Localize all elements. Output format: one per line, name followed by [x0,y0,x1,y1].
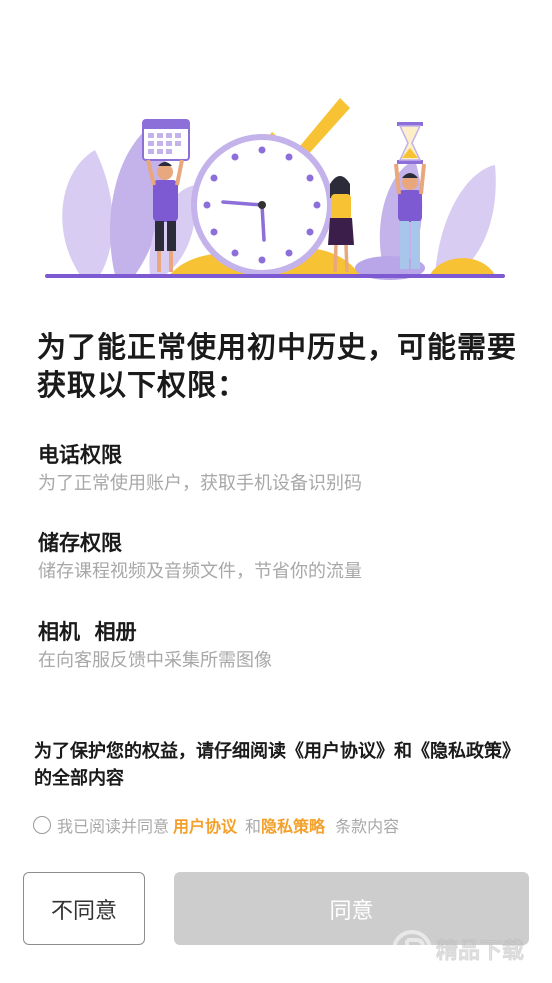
agreement-prefix: 我已阅读并同意 [57,817,170,836]
permission-name: 电话权限 [38,443,122,467]
clock-icon [191,134,333,276]
calendar-icon [142,119,190,161]
hourglass-icon [397,122,423,164]
privacy-notice: 为了保护您的权益，请仔细阅读《用户协议》和《隐私政策》的全部内容 [34,741,520,789]
permission-item-phone: 电话权限 为了正常使用账户，获取手机设备识别码 [38,441,518,497]
privacy-policy-link[interactable]: 隐私策略 [261,813,325,837]
agreement-row: 我已阅读并同意 用户协议 和 隐私策略 条款内容 [33,812,533,838]
decline-button[interactable]: 不同意 [23,872,145,945]
permission-dialog-title: 为了能正常使用初中历史，可能需要获取以下权限： [37,330,518,402]
agree-button[interactable]: 同意 [174,872,529,945]
agree-radio[interactable] [33,816,51,834]
permission-description: 为了正常使用账户，获取手机设备识别码 [38,473,362,494]
permission-name: 相机 相册 [38,620,137,644]
permission-description: 在向客服反馈中采集所需图像 [38,650,272,671]
agreement-suffix: 条款内容 [335,817,400,836]
user-agreement-link[interactable]: 用户协议 [173,813,237,837]
permission-name: 储存权限 [38,531,122,555]
permission-item-storage: 储存权限 储存课程视频及音频文件，节省你的流量 [38,529,518,585]
permission-item-camera: 相机 相册 在向客服反馈中采集所需图像 [38,618,518,674]
agreement-and: 和 [245,817,262,836]
permission-description: 储存课程视频及音频文件，节省你的流量 [38,561,362,582]
clock-people-illustration [45,98,505,280]
